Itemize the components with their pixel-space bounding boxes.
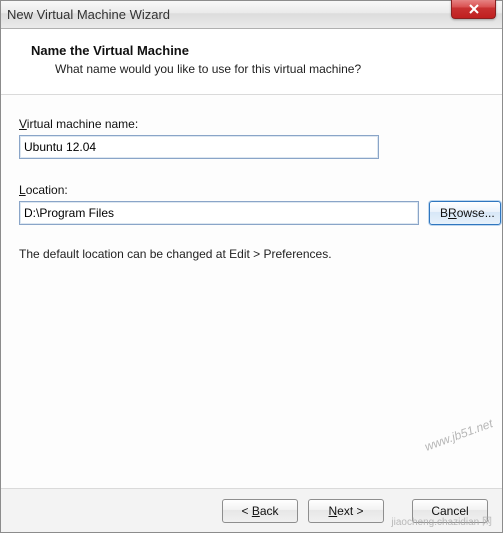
titlebar: New Virtual Machine Wizard [1,1,502,29]
banner-subtitle: What name would you like to use for this… [55,62,472,76]
wizard-banner: Name the Virtual Machine What name would… [1,29,502,95]
default-location-note: The default location can be changed at E… [19,247,484,261]
cancel-button[interactable]: Cancel [412,499,488,523]
next-button[interactable]: Next > [308,499,384,523]
browse-button[interactable]: BRowse... [429,201,501,225]
wizard-footer: < Back Next > Cancel jiaocheng.chazidian… [1,488,502,532]
close-button[interactable] [451,0,496,19]
watermark-text: www.jb51.net [422,416,494,454]
wizard-content: Virtual machine name: Location: BRowse..… [1,95,502,488]
new-vm-wizard-dialog: New Virtual Machine Wizard Name the Virt… [0,0,503,533]
location-label: Location: [19,183,484,197]
location-input[interactable] [19,201,419,225]
vm-name-input[interactable] [19,135,379,159]
banner-title: Name the Virtual Machine [31,43,472,58]
window-title: New Virtual Machine Wizard [7,7,170,22]
location-row: BRowse... [19,201,484,225]
back-button[interactable]: < Back [222,499,298,523]
close-icon [468,4,480,14]
vm-name-label: Virtual machine name: [19,117,484,131]
